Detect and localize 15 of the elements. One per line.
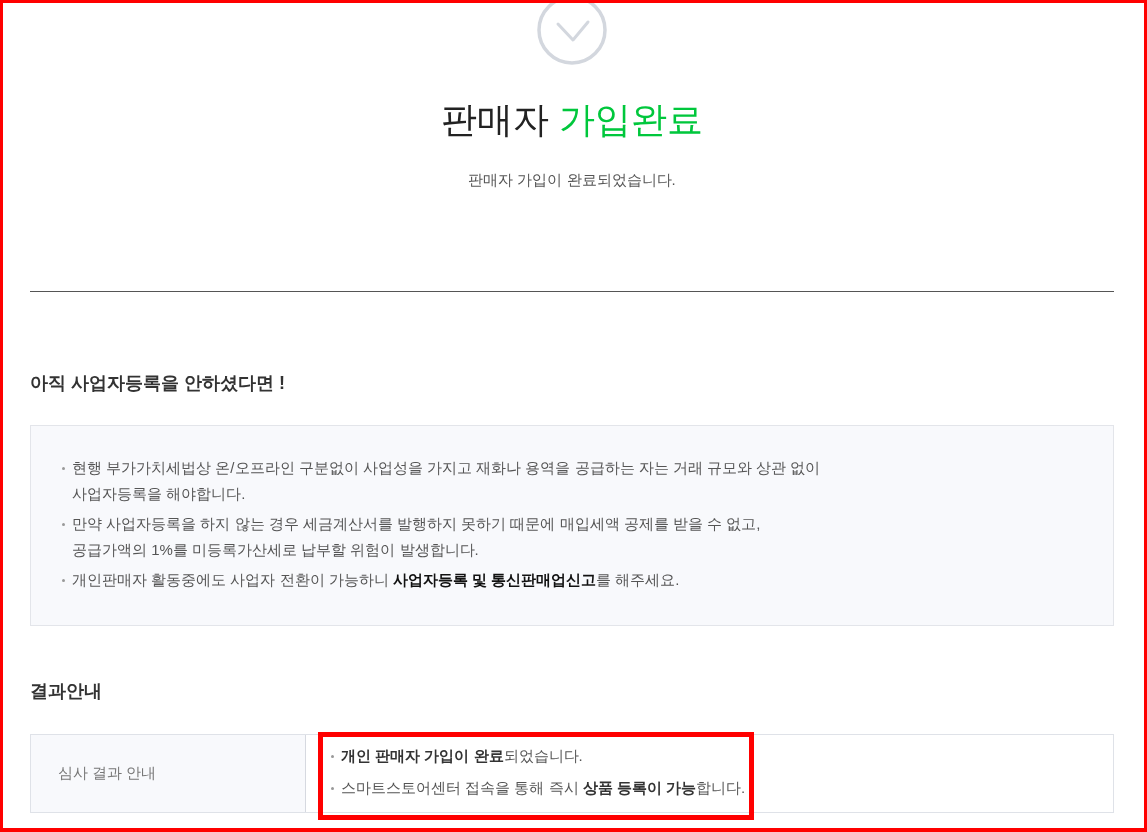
completion-message: 판매자 가입이 완료되었습니다. (468, 170, 676, 190)
bullet-icon (62, 523, 65, 526)
table-header-cell: 심사 결과 안내 (31, 735, 306, 812)
result-message: 스마트스토어센터 접속을 통해 즉시 상품 등록이 가능합니다. (341, 778, 746, 798)
bullet-icon (62, 467, 65, 470)
bullet-icon (331, 755, 334, 758)
section-heading: 결과안내 (30, 680, 103, 703)
notice-text: 개인판매자 활동중에도 사업자 전환이 가능하니 사업자등록 및 통신판매업신고를 해주세요. (72, 570, 680, 590)
bullet-icon (331, 787, 334, 790)
page-title: 판매자 가입완료 (441, 98, 703, 142)
bullet-icon (62, 579, 65, 582)
section-heading: 아직 사업자등록을 안하셨다면 ! (30, 372, 286, 395)
result-message: 개인 판매자 가입이 완료되었습니다. (341, 746, 583, 766)
notice-text: 만약 사업자등록을 하지 않는 경우 세금계산서를 발행하지 못하기 때문에 매입세액 공제를 받을 수 없고, 공급가액의 1%를 미등록가산세로 납부할 위험이 발생합니다. (72, 514, 761, 560)
notice-text: 현행 부가가치세법상 온/오프라인 구분없이 사업성을 가지고 재화나 용역을 공급하는 자는 거래 규모와 상관 없이 사업자등록을 해야합니다. (72, 458, 821, 504)
